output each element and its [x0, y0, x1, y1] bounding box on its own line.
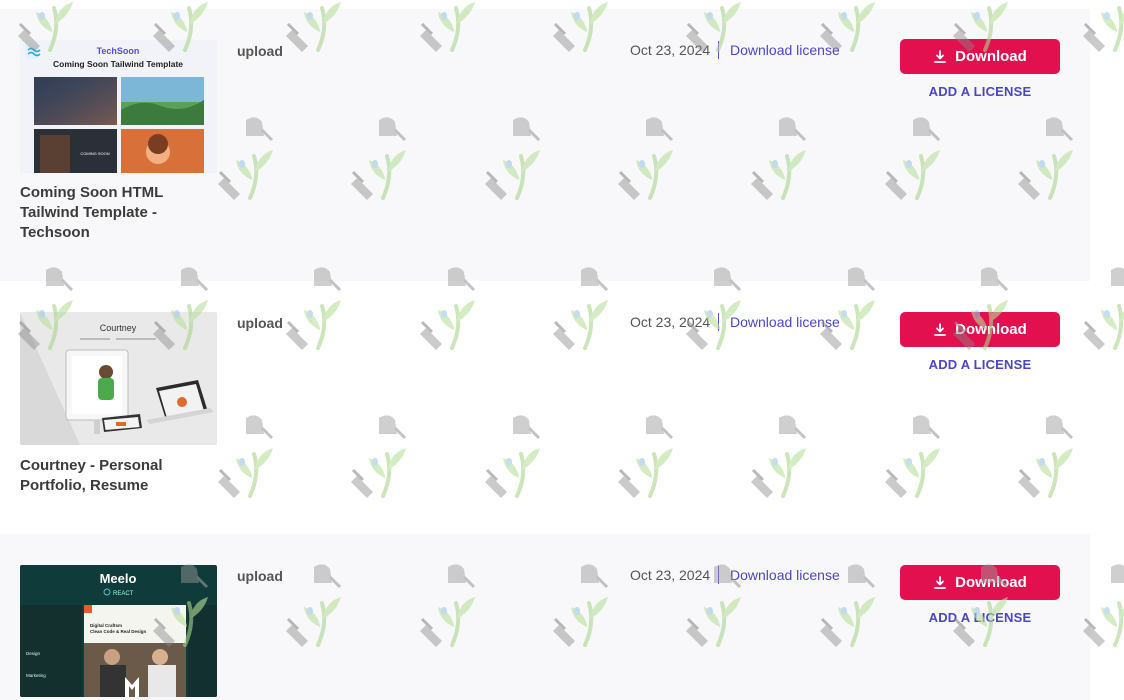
item-thumbnail[interactable]: TechSoon Coming Soon Tailwind Template C…: [20, 40, 217, 173]
add-license-button[interactable]: ADD A LICENSE: [900, 357, 1060, 372]
item-type: upload: [237, 43, 283, 59]
thumb-side-1: Design: [26, 651, 41, 656]
divider: [718, 41, 719, 59]
download-button[interactable]: Download: [900, 565, 1060, 600]
download-icon: [933, 322, 947, 337]
item-date: Oct 23, 2024: [630, 314, 711, 330]
thumbnail-image-techsoon: TechSoon Coming Soon Tailwind Template C…: [20, 40, 217, 173]
download-row: Courtney Courtney - Personal Portfolio, …: [0, 281, 1090, 534]
download-button-label: Download: [955, 574, 1027, 591]
item-type: upload: [237, 568, 283, 584]
download-button[interactable]: Download: [900, 312, 1060, 347]
download-icon: [933, 49, 947, 64]
download-icon: [933, 575, 947, 590]
thumb-brand: TechSoon: [97, 46, 140, 56]
download-row: TechSoon Coming Soon Tailwind Template C…: [0, 9, 1090, 281]
item-title[interactable]: Courtney - Personal Portfolio, Resume: [20, 456, 220, 496]
item-thumbnail[interactable]: Meelo REACT Design Marketing Digital Cra…: [20, 565, 217, 697]
thumbnail-image-courtney: Courtney: [20, 312, 217, 445]
thumb-caption: COMING SOON: [80, 151, 109, 156]
thumb-sub: REACT: [113, 591, 134, 597]
thumb-heading-1: Digital Craftsm: [90, 623, 122, 628]
item-date: Oct 23, 2024: [630, 42, 711, 58]
thumb-brand: Courtney: [100, 323, 137, 333]
thumbnail-image-meelo: Meelo REACT Design Marketing Digital Cra…: [20, 565, 217, 697]
thumb-heading-2: Clean Code & Real Design: [90, 629, 147, 634]
thumb-side-2: Marketing: [26, 673, 46, 678]
download-license-link[interactable]: Download license: [730, 42, 840, 58]
item-date: Oct 23, 2024: [630, 567, 711, 583]
download-license-link[interactable]: Download license: [730, 567, 840, 583]
download-row: Meelo REACT Design Marketing Digital Cra…: [0, 534, 1090, 700]
item-thumbnail[interactable]: Courtney: [20, 312, 217, 445]
download-button-label: Download: [955, 48, 1027, 65]
thumb-heading: Coming Soon Tailwind Template: [53, 59, 183, 69]
item-title[interactable]: Coming Soon HTML Tailwind Template - Tec…: [20, 183, 220, 243]
download-button[interactable]: Download: [900, 39, 1060, 74]
item-type: upload: [237, 315, 283, 331]
thumb-brand: Meelo: [100, 571, 137, 586]
download-license-link[interactable]: Download license: [730, 314, 840, 330]
divider: [718, 566, 719, 584]
add-license-button[interactable]: ADD A LICENSE: [900, 610, 1060, 625]
download-button-label: Download: [955, 321, 1027, 338]
add-license-button[interactable]: ADD A LICENSE: [900, 84, 1060, 99]
divider: [718, 313, 719, 331]
